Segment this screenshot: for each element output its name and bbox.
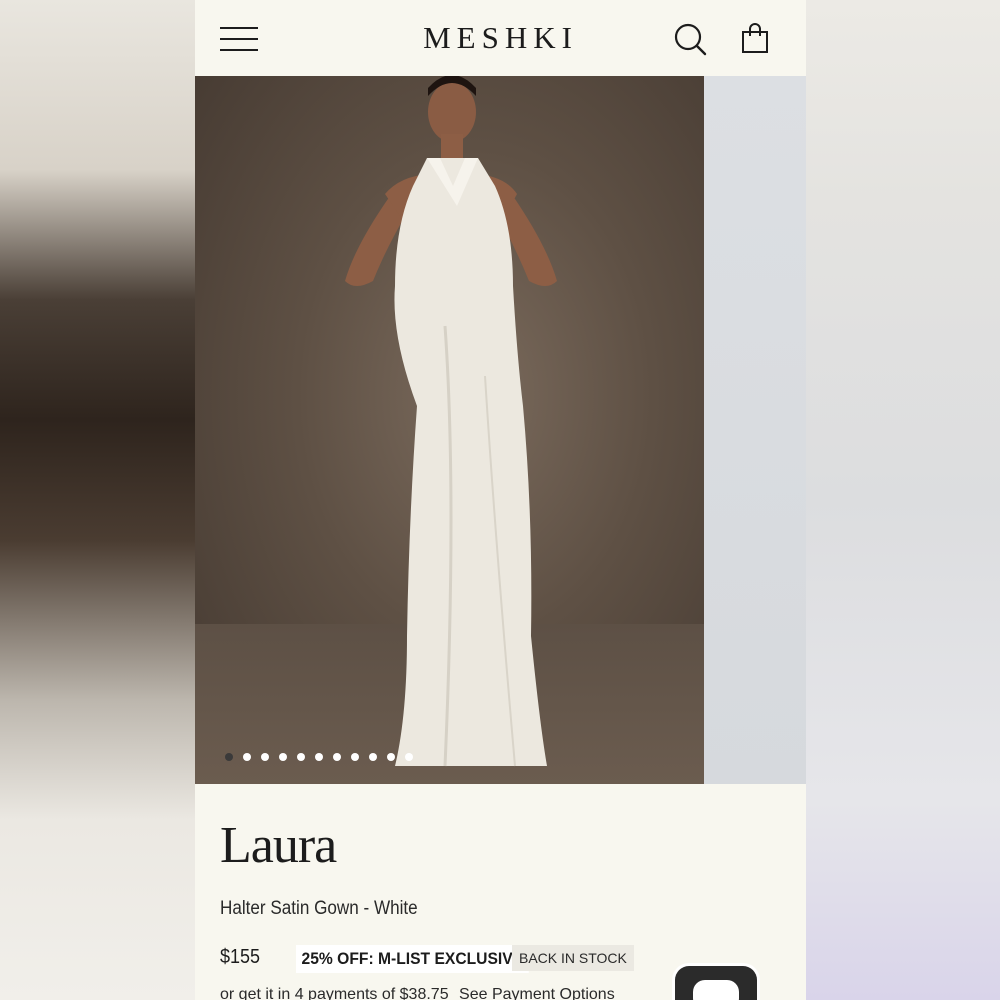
product-subtitle: Halter Satin Gown - White bbox=[220, 898, 418, 919]
carousel-dot[interactable] bbox=[351, 753, 359, 761]
carousel-dot[interactable] bbox=[387, 753, 395, 761]
site-header: MESHKI bbox=[195, 0, 806, 76]
discount-badge: 25% OFF: M-LIST EXCLUSIVE bbox=[296, 945, 529, 973]
background-blur-right bbox=[806, 0, 1000, 1000]
product-name: Laura bbox=[220, 817, 337, 874]
chat-button[interactable] bbox=[675, 966, 757, 1000]
chat-bubble-icon bbox=[693, 980, 739, 1000]
next-product-photo-peek[interactable] bbox=[704, 76, 806, 784]
mobile-page: MESHKI Laura Halter Satin Gown - White $… bbox=[195, 0, 806, 1000]
model-figure bbox=[345, 76, 557, 767]
shopping-bag-icon[interactable] bbox=[741, 22, 769, 54]
installments-info: or get it in 4 payments of $38.75 See Pa… bbox=[220, 986, 615, 1000]
carousel-dot[interactable] bbox=[243, 753, 251, 761]
product-photo[interactable] bbox=[195, 76, 704, 784]
payment-options-link[interactable]: See Payment Options bbox=[459, 986, 615, 1000]
stock-badge: BACK IN STOCK bbox=[512, 945, 634, 971]
product-image-carousel[interactable] bbox=[195, 76, 806, 784]
product-price: $155 bbox=[220, 946, 261, 968]
carousel-dot[interactable] bbox=[225, 753, 233, 761]
installments-text: or get it in 4 payments of $38.75 bbox=[220, 986, 449, 1000]
carousel-dot[interactable] bbox=[315, 753, 323, 761]
carousel-dot[interactable] bbox=[297, 753, 305, 761]
search-icon[interactable] bbox=[673, 22, 707, 56]
carousel-dot[interactable] bbox=[405, 753, 413, 761]
carousel-dot[interactable] bbox=[369, 753, 377, 761]
carousel-pagination bbox=[225, 753, 413, 763]
carousel-dot[interactable] bbox=[261, 753, 269, 761]
carousel-dot[interactable] bbox=[279, 753, 287, 761]
carousel-dot[interactable] bbox=[333, 753, 341, 761]
brand-logo[interactable]: MESHKI bbox=[195, 20, 806, 56]
